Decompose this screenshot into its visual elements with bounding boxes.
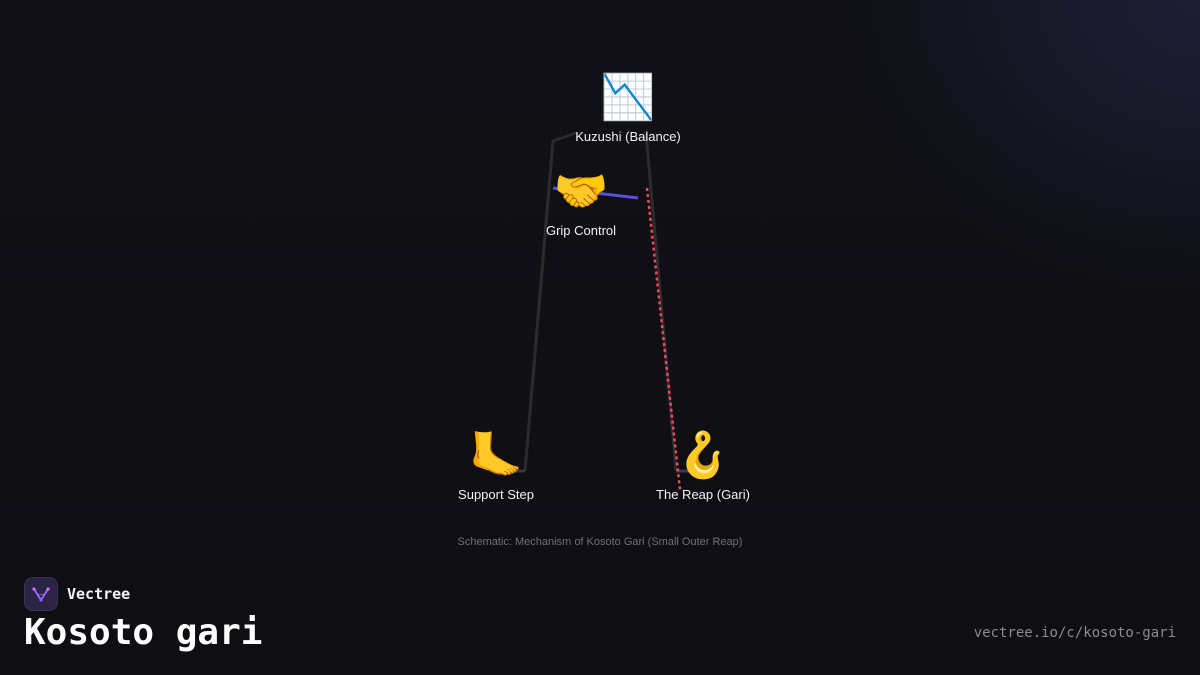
- brand: Vectree: [24, 577, 130, 611]
- hook-icon: 🪝: [675, 430, 731, 481]
- body-outline-right: [644, 132, 678, 472]
- chart-decreasing-icon: 📉: [600, 72, 656, 123]
- foot-icon: 🦶: [468, 430, 524, 481]
- node-label-reap: The Reap (Gari): [656, 487, 750, 502]
- page-title: Kosoto gari: [24, 612, 263, 653]
- handshake-icon: 🤝: [553, 166, 609, 217]
- diagram-caption: Schematic: Mechanism of Kosoto Gari (Sma…: [457, 536, 743, 548]
- node-label-grip: Grip Control: [545, 223, 617, 238]
- vectree-logo-mark: [32, 587, 50, 602]
- node-label-kuzushi: Kuzushi (Balance): [575, 129, 681, 144]
- node-label-support: Support Step: [458, 487, 534, 502]
- vectree-logo-icon: [24, 577, 58, 611]
- brand-name: Vectree: [67, 585, 131, 603]
- page-url: vectree.io/c/kosoto-gari: [973, 625, 1176, 641]
